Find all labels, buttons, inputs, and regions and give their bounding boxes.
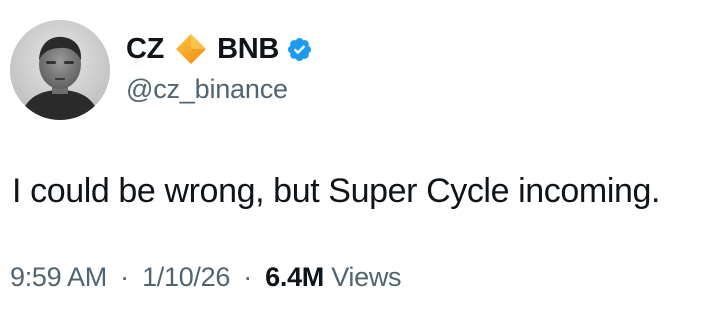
display-name-first[interactable]: CZ [126, 33, 164, 66]
views-label: Views [331, 262, 402, 292]
tweet-text: I could be wrong, but Super Cycle incomi… [12, 172, 661, 210]
tweet-card: CZ BNB @cz_binance I could be wrong, but… [0, 0, 720, 317]
display-name-row[interactable]: CZ BNB [126, 32, 313, 66]
bnb-diamond-icon [176, 34, 207, 64]
meta-separator: · [243, 262, 252, 292]
avatar[interactable] [10, 20, 110, 120]
tweet-meta: 9:59 AM · 1/10/26 · 6.4M Views [10, 262, 402, 293]
tweet-header: CZ BNB @cz_binance [126, 32, 313, 105]
tweet-time[interactable]: 9:59 AM [10, 262, 107, 292]
verified-badge-icon[interactable] [286, 36, 313, 63]
meta-separator: · [120, 262, 129, 292]
avatar-portrait-image [10, 20, 110, 120]
user-handle[interactable]: @cz_binance [126, 74, 313, 105]
tweet-date[interactable]: 1/10/26 [142, 262, 230, 292]
views-count: 6.4M [265, 262, 324, 292]
display-name-second[interactable]: BNB [217, 33, 279, 66]
